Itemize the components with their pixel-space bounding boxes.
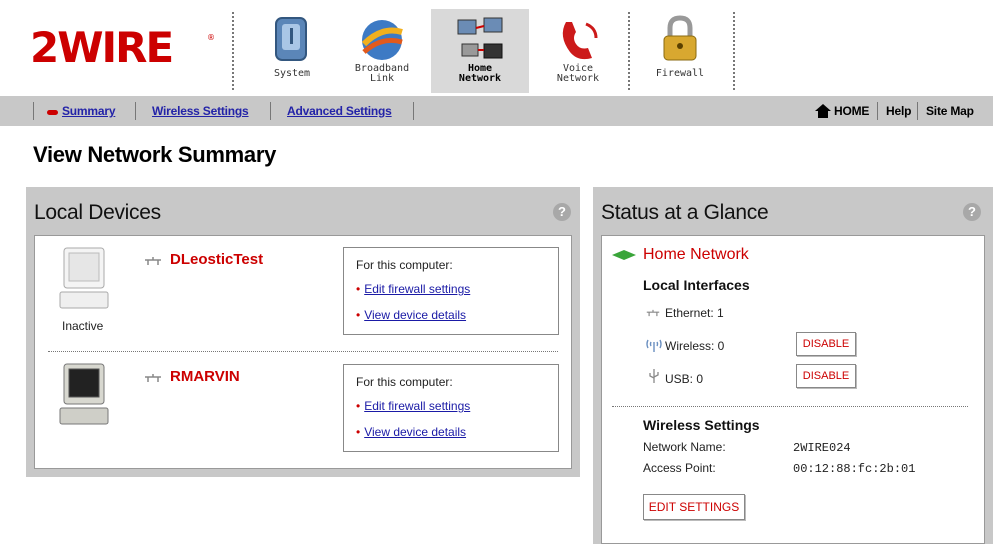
- usb-icon: [649, 369, 659, 383]
- nav-divider: [733, 12, 735, 90]
- nav-system[interactable]: System: [243, 9, 341, 93]
- device-divider: [48, 351, 558, 352]
- wireless-count: Wireless: 0: [665, 339, 725, 353]
- access-point-label: Access Point:: [643, 461, 716, 475]
- phone-icon: [562, 22, 598, 60]
- local-interfaces-heading: Local Interfaces: [643, 277, 750, 293]
- usb-disable-button[interactable]: DISABLE: [796, 364, 856, 388]
- network-name-label: Network Name:: [643, 440, 726, 454]
- status-panel: Status at a Glance ?: [593, 187, 993, 544]
- help-icon[interactable]: ?: [553, 203, 571, 221]
- 2wire-logo: 2WIRE ®: [30, 26, 215, 66]
- nav-label-firewall: Firewall: [655, 68, 705, 79]
- nav-home-network[interactable]: Home Network: [431, 9, 529, 93]
- site-map-link[interactable]: Site Map: [926, 104, 974, 118]
- network-name-value: 2WIRE024: [793, 441, 851, 455]
- svg-text:2WIRE: 2WIRE: [30, 26, 172, 66]
- help-link[interactable]: Help: [886, 104, 911, 118]
- nav-broadband-link[interactable]: Broadband Link: [333, 9, 431, 93]
- active-indicator: [47, 110, 58, 115]
- subnav-divider: [877, 102, 878, 120]
- actions-header: For this computer:: [356, 375, 453, 389]
- subnav-advanced-settings[interactable]: Advanced Settings: [287, 104, 392, 118]
- nav-divider: [232, 12, 234, 90]
- arrow-icon: [612, 250, 636, 260]
- edit-firewall-link[interactable]: Edit firewall settings: [356, 282, 470, 296]
- home-link[interactable]: HOME: [834, 104, 869, 118]
- device-actions-box: For this computer: Edit firewall setting…: [343, 364, 559, 452]
- home-network-link[interactable]: Home Network: [643, 246, 749, 264]
- sub-navigation: Summary Wireless Settings Advanced Setti…: [0, 96, 993, 126]
- nav-voice-network[interactable]: Voice Network: [529, 9, 627, 93]
- wireless-disable-button[interactable]: DISABLE: [796, 332, 856, 356]
- device-name[interactable]: RMARVIN: [170, 368, 240, 385]
- ethernet-icon: [646, 309, 660, 317]
- page-title: View Network Summary: [33, 142, 277, 167]
- padlock-icon: [663, 15, 697, 61]
- ethernet-icon: [145, 257, 161, 265]
- ethernet-count: Ethernet: 1: [665, 306, 724, 320]
- access-point-value: 00:12:88:fc:2b:01: [793, 462, 916, 476]
- home-network-icon: [457, 17, 503, 59]
- subnav-divider: [413, 102, 414, 120]
- subnav-divider: [917, 102, 918, 120]
- wireless-settings-heading: Wireless Settings: [643, 417, 760, 433]
- edit-settings-button[interactable]: EDIT SETTINGS: [643, 494, 745, 520]
- edit-firewall-link[interactable]: Edit firewall settings: [356, 399, 470, 413]
- svg-text:®: ®: [207, 33, 215, 42]
- view-device-details-link[interactable]: View device details: [356, 425, 466, 439]
- panel-title: Local Devices: [34, 201, 161, 224]
- nav-firewall[interactable]: Firewall: [631, 9, 729, 93]
- subnav-divider: [270, 102, 271, 120]
- computer-inactive-icon: [59, 247, 109, 309]
- help-icon[interactable]: ?: [963, 203, 981, 221]
- device-name[interactable]: DLeosticTest: [170, 251, 263, 268]
- device-status: Inactive: [62, 319, 104, 333]
- device-actions-box: For this computer: Edit firewall setting…: [343, 247, 559, 335]
- subnav-divider: [135, 102, 136, 120]
- nav-label-broadband: Broadband Link: [354, 63, 410, 84]
- nav-label-system: System: [273, 68, 311, 79]
- computer-active-icon: [59, 363, 109, 425]
- ethernet-icon: [145, 374, 161, 382]
- panel-title: Status at a Glance: [601, 201, 769, 224]
- nav-label-voice: Voice Network: [556, 63, 600, 84]
- usb-count: USB: 0: [665, 372, 704, 386]
- actions-header: For this computer:: [356, 258, 453, 272]
- nav-divider: [628, 12, 630, 90]
- subnav-divider: [33, 102, 34, 120]
- subnav-wireless-settings[interactable]: Wireless Settings: [152, 104, 249, 118]
- wireless-icon: [646, 339, 662, 352]
- home-icon: [815, 104, 831, 118]
- nav-label-home-network: Home Network: [458, 63, 502, 84]
- status-divider: [612, 406, 968, 407]
- subnav-summary[interactable]: Summary: [62, 104, 115, 118]
- broadband-globe-icon: [361, 20, 403, 60]
- system-icon: [275, 17, 307, 61]
- view-device-details-link[interactable]: View device details: [356, 308, 466, 322]
